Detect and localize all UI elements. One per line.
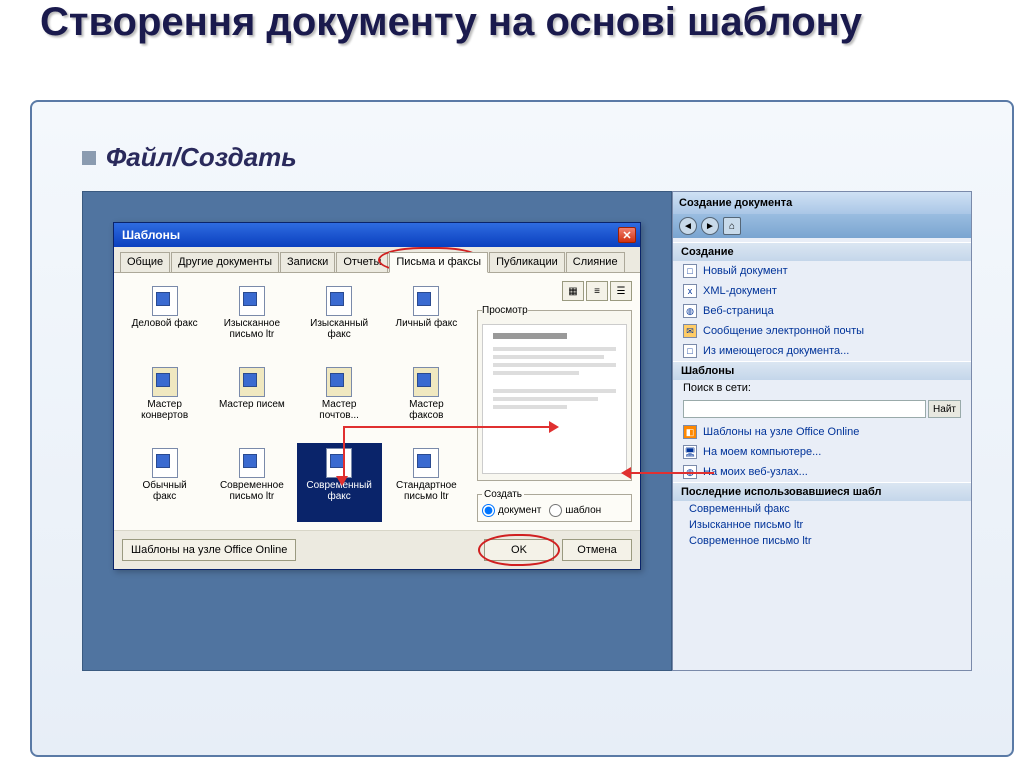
document-icon: □ [683, 344, 697, 358]
document-icon [152, 286, 178, 316]
section-create: Создание [673, 242, 971, 261]
menu-path-bullet: Файл/Создать [82, 142, 982, 173]
forward-icon[interactable]: ► [701, 217, 719, 235]
tab-memos[interactable]: Записки [280, 252, 335, 272]
ok-button[interactable]: OK [484, 539, 554, 561]
details-view-icon[interactable]: ☰ [610, 281, 632, 301]
tp-item-office-online[interactable]: ◧Шаблоны на узле Office Online [673, 422, 971, 442]
template-item[interactable]: Мастер конвертов [122, 362, 207, 441]
tab-publications[interactable]: Публикации [489, 252, 565, 272]
wizard-icon [413, 367, 439, 397]
section-templates: Шаблоны [673, 361, 971, 380]
document-icon [326, 286, 352, 316]
document-icon: □ [683, 264, 697, 278]
document-icon [152, 448, 178, 478]
bullet-mark-icon [82, 151, 96, 165]
template-grid: Деловой факс Изысканное письмо ltr Изыск… [122, 281, 469, 522]
view-toggle: ▦ ≡ ☰ [477, 281, 632, 301]
tab-reports[interactable]: Отчеты [336, 252, 388, 272]
tp-item-xml[interactable]: xXML-документ [673, 281, 971, 301]
home-icon[interactable]: ⌂ [723, 217, 741, 235]
recent-item[interactable]: Современное письмо ltr [673, 533, 971, 549]
word-window-bg: Шаблоны ✕ Общие Другие документы Записки… [82, 191, 672, 671]
template-item[interactable]: Изысканный факс [297, 281, 382, 360]
taskpane-nav: ◄ ► ⌂ [673, 214, 971, 238]
template-item[interactable]: Деловой факс [122, 281, 207, 360]
office-online-button[interactable]: Шаблоны на узле Office Online [122, 539, 296, 561]
search-input[interactable] [683, 400, 926, 418]
tab-letters-faxes[interactable]: Письма и факсы [389, 252, 488, 273]
template-item[interactable]: Личный факс [384, 281, 469, 360]
dialog-titlebar[interactable]: Шаблоны ✕ [114, 223, 640, 247]
search-row: Найт [673, 396, 971, 422]
document-icon [239, 448, 265, 478]
search-button[interactable]: Найт [928, 400, 961, 418]
screenshot-composite: Шаблоны ✕ Общие Другие документы Записки… [82, 191, 982, 671]
mail-icon: ✉ [683, 324, 697, 338]
office-icon: ◧ [683, 425, 697, 439]
dialog-right-column: ▦ ≡ ☰ Просмотр [477, 281, 632, 522]
xml-icon: x [683, 284, 697, 298]
wizard-icon [239, 367, 265, 397]
document-icon [239, 286, 265, 316]
tp-item-on-websites[interactable]: ◍На моих веб-узлах... [673, 462, 971, 482]
preview-label: Просмотр [482, 305, 528, 316]
slide-content-frame: Файл/Создать Шаблоны ✕ Общие Другие доку… [30, 100, 1014, 757]
preview-group: Просмотр [477, 305, 632, 481]
computer-icon: 🖥 [683, 445, 697, 459]
tab-merge[interactable]: Слияние [566, 252, 625, 272]
tp-item-email[interactable]: ✉Сообщение электронной почты [673, 321, 971, 341]
dialog-body: Деловой факс Изысканное письмо ltr Изыск… [114, 273, 640, 530]
taskpane-title: Создание документа [673, 192, 971, 214]
template-item[interactable]: Мастер почтов... [297, 362, 382, 441]
recent-item[interactable]: Изысканное письмо ltr [673, 517, 971, 533]
large-icons-icon[interactable]: ▦ [562, 281, 584, 301]
dialog-footer: Шаблоны на узле Office Online OK Отмена [114, 530, 640, 569]
wizard-icon [152, 367, 178, 397]
template-item[interactable]: Мастер факсов [384, 362, 469, 441]
template-item[interactable]: Современное письмо ltr [209, 443, 294, 522]
document-icon [326, 448, 352, 478]
tp-item-webpage[interactable]: ◍Веб-страница [673, 301, 971, 321]
bullet-text: Файл/Создать [106, 142, 297, 173]
tp-item-new-doc[interactable]: □Новый документ [673, 261, 971, 281]
section-recent: Последние использовавшиеся шабл [673, 482, 971, 501]
slide: Створення документу на основі шаблону Фа… [0, 0, 1024, 767]
dialog-tabs: Общие Другие документы Записки Отчеты Пи… [114, 247, 640, 273]
cancel-button[interactable]: Отмена [562, 539, 632, 561]
search-label: Поиск в сети: [673, 380, 971, 396]
list-view-icon[interactable]: ≡ [586, 281, 608, 301]
create-group: Создать документ шаблон [477, 489, 632, 522]
back-icon[interactable]: ◄ [679, 217, 697, 235]
templates-dialog: Шаблоны ✕ Общие Другие документы Записки… [113, 222, 641, 570]
tp-item-on-computer[interactable]: 🖥На моем компьютере... [673, 442, 971, 462]
tp-item-from-existing[interactable]: □Из имеющегося документа... [673, 341, 971, 361]
tab-general[interactable]: Общие [120, 252, 170, 272]
create-label: Создать [482, 489, 524, 500]
globe-icon: ◍ [683, 304, 697, 318]
dialog-title: Шаблоны [122, 228, 180, 242]
radio-document[interactable]: документ [482, 504, 541, 517]
template-item[interactable]: Мастер писем [209, 362, 294, 441]
taskpane-body: Создание □Новый документ xXML-документ ◍… [673, 238, 971, 670]
wizard-icon [326, 367, 352, 397]
document-icon [413, 448, 439, 478]
new-document-taskpane: Создание документа ◄ ► ⌂ Создание □Новый… [672, 191, 972, 671]
ok-cancel-group: OK Отмена [484, 539, 632, 561]
preview-thumb [482, 324, 627, 474]
recent-item[interactable]: Современный факс [673, 501, 971, 517]
tab-other-docs[interactable]: Другие документы [171, 252, 279, 272]
slide-title: Створення документу на основі шаблону [40, 0, 862, 44]
template-item[interactable]: Обычный факс [122, 443, 207, 522]
template-item[interactable]: Изысканное письмо ltr [209, 281, 294, 360]
radio-template[interactable]: шаблон [549, 504, 601, 517]
close-icon[interactable]: ✕ [618, 227, 636, 243]
template-item[interactable]: Стандартное письмо ltr [384, 443, 469, 522]
document-icon [413, 286, 439, 316]
